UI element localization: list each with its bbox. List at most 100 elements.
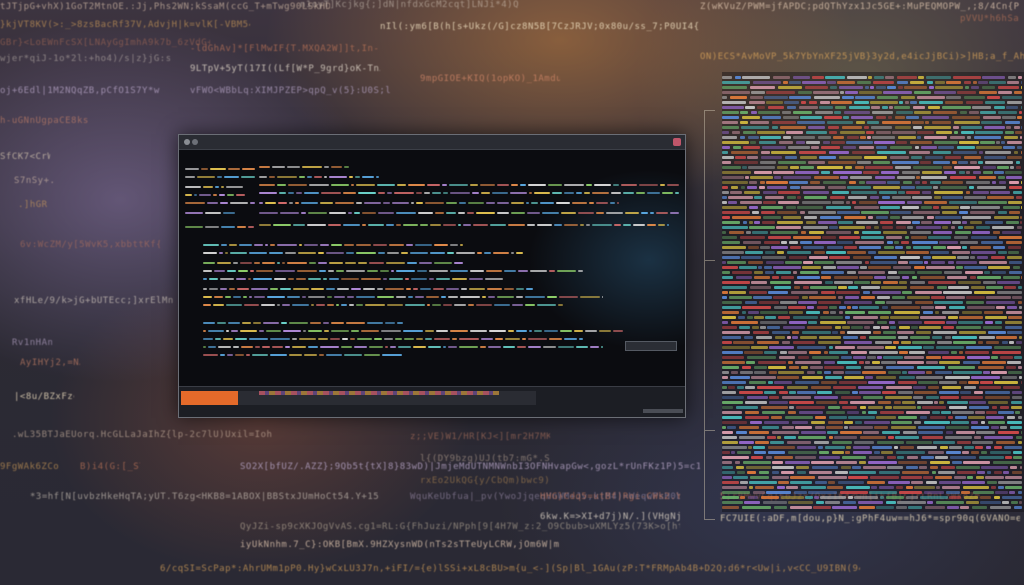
code-glyph-segment: [950, 456, 976, 459]
code-glyph-segment: [925, 121, 929, 124]
code-glyph-segment: [973, 81, 977, 84]
code-glyph-segment: [964, 226, 974, 229]
code-glyph-segment: [978, 366, 1004, 369]
code-glyph-segment: [946, 296, 965, 299]
background-glyph-row: 6kw.K=>XI+d7j)N/.](VHgNjSF: [540, 512, 680, 522]
code-glyph-segment: [819, 451, 829, 454]
code-glyph-segment: [722, 371, 729, 374]
terminal-text-segment: [639, 184, 658, 186]
code-glyph-segment: [757, 341, 779, 344]
code-glyph-segment: [963, 461, 990, 464]
code-glyph-segment: [786, 486, 798, 489]
code-glyph-segment: [839, 156, 862, 159]
code-glyph-segment: [837, 361, 857, 364]
code-glyph-segment: [732, 131, 740, 134]
code-glyph-segment: [769, 371, 777, 374]
code-glyph-segment: [781, 496, 804, 499]
terminal-text-segment: [494, 304, 510, 306]
terminal-text-segment: [298, 252, 316, 254]
terminal-text-segment: [389, 278, 403, 280]
code-glyph-segment: [905, 101, 909, 104]
background-glyph-row: FC7UIE(:aDF,m[dou,p}N_:gPhF4uw==hJ6*=spr…: [720, 514, 1020, 524]
terminal-action-button[interactable]: [625, 341, 677, 351]
code-glyph-segment: [870, 261, 897, 264]
terminal-text-segment: [199, 194, 211, 196]
code-glyph-segment: [750, 96, 763, 99]
code-glyph-segment: [987, 196, 1014, 199]
terminal-text-segment: [452, 338, 457, 340]
code-glyph-segment: [933, 161, 950, 164]
terminal-text-segment: [468, 304, 474, 306]
code-glyph-segment: [830, 311, 836, 314]
terminal-text-segment: [425, 330, 434, 332]
terminal-text-segment: [256, 270, 273, 272]
code-glyph-segment: [1010, 426, 1022, 429]
code-glyph-segment: [722, 226, 748, 229]
code-glyph-segment: [939, 361, 960, 364]
code-glyph-segment: [980, 141, 995, 144]
terminal-text-segment: [537, 304, 556, 306]
code-glyph-segment: [1003, 146, 1015, 149]
code-glyph-segment: [837, 211, 860, 214]
terminal-text-segment: [203, 288, 207, 290]
close-icon[interactable]: [673, 138, 681, 146]
code-glyph-segment: [846, 141, 873, 144]
code-glyph-segment: [948, 366, 975, 369]
terminal-text-segment: [301, 202, 318, 204]
code-glyph-segment: [848, 416, 875, 419]
code-glyph-segment: [722, 206, 747, 209]
code-glyph-segment: [964, 496, 978, 499]
terminal-titlebar[interactable]: [179, 135, 685, 150]
code-glyph-segment: [1021, 126, 1022, 129]
code-glyph-segment: [736, 406, 758, 409]
code-glyph-segment: [939, 481, 961, 484]
code-glyph-segment: [871, 126, 892, 129]
code-glyph-segment: [808, 126, 825, 129]
code-glyph-segment: [888, 116, 892, 119]
code-glyph-segment: [963, 486, 989, 489]
terminal-window[interactable]: [178, 134, 686, 418]
terminal-text-segment: [549, 270, 555, 272]
terminal-text-segment: [418, 212, 433, 214]
window-menu-icon[interactable]: [184, 139, 190, 145]
code-glyph-segment: [830, 86, 837, 89]
terminal-text-segment: [434, 338, 450, 340]
code-glyph-segment: [747, 156, 758, 159]
terminal-text-segment: [356, 244, 371, 246]
terminal-output[interactable]: [179, 150, 685, 386]
code-glyph-segment: [906, 496, 918, 499]
horizontal-scrollbar[interactable]: [643, 409, 683, 413]
code-glyph-segment: [985, 396, 1010, 399]
code-glyph-segment: [722, 506, 739, 509]
code-glyph-segment: [798, 356, 809, 359]
code-glyph-segment: [831, 141, 845, 144]
code-glyph-segment: [859, 506, 875, 509]
code-glyph-segment: [1013, 451, 1022, 454]
terminal-text-segment: [385, 346, 388, 348]
code-glyph-segment: [826, 426, 843, 429]
terminal-text-segment: [335, 202, 354, 204]
code-glyph-segment: [839, 401, 848, 404]
terminal-text-segment: [385, 288, 404, 290]
terminal-text-segment: [487, 288, 502, 290]
code-glyph-segment: [990, 506, 1011, 509]
code-glyph-segment: [825, 376, 842, 379]
terminal-text-segment: [647, 224, 656, 226]
code-glyph-segment: [917, 366, 945, 369]
code-glyph-segment: [847, 411, 859, 414]
code-glyph-segment: [907, 226, 913, 229]
code-glyph-segment: [728, 196, 753, 199]
code-glyph-segment: [906, 251, 929, 254]
code-glyph-segment: [837, 241, 853, 244]
code-glyph-segment: [829, 351, 848, 354]
code-glyph-segment: [743, 241, 761, 244]
code-glyph-segment: [890, 216, 900, 219]
terminal-text-segment: [311, 304, 314, 306]
code-glyph-segment: [898, 136, 916, 139]
terminal-text-segment: [392, 202, 409, 204]
code-glyph-segment: [893, 266, 911, 269]
code-glyph-segment: [770, 231, 798, 234]
code-glyph-segment: [931, 261, 945, 264]
terminal-text-segment: [223, 338, 233, 340]
code-glyph-segment: [871, 281, 881, 284]
